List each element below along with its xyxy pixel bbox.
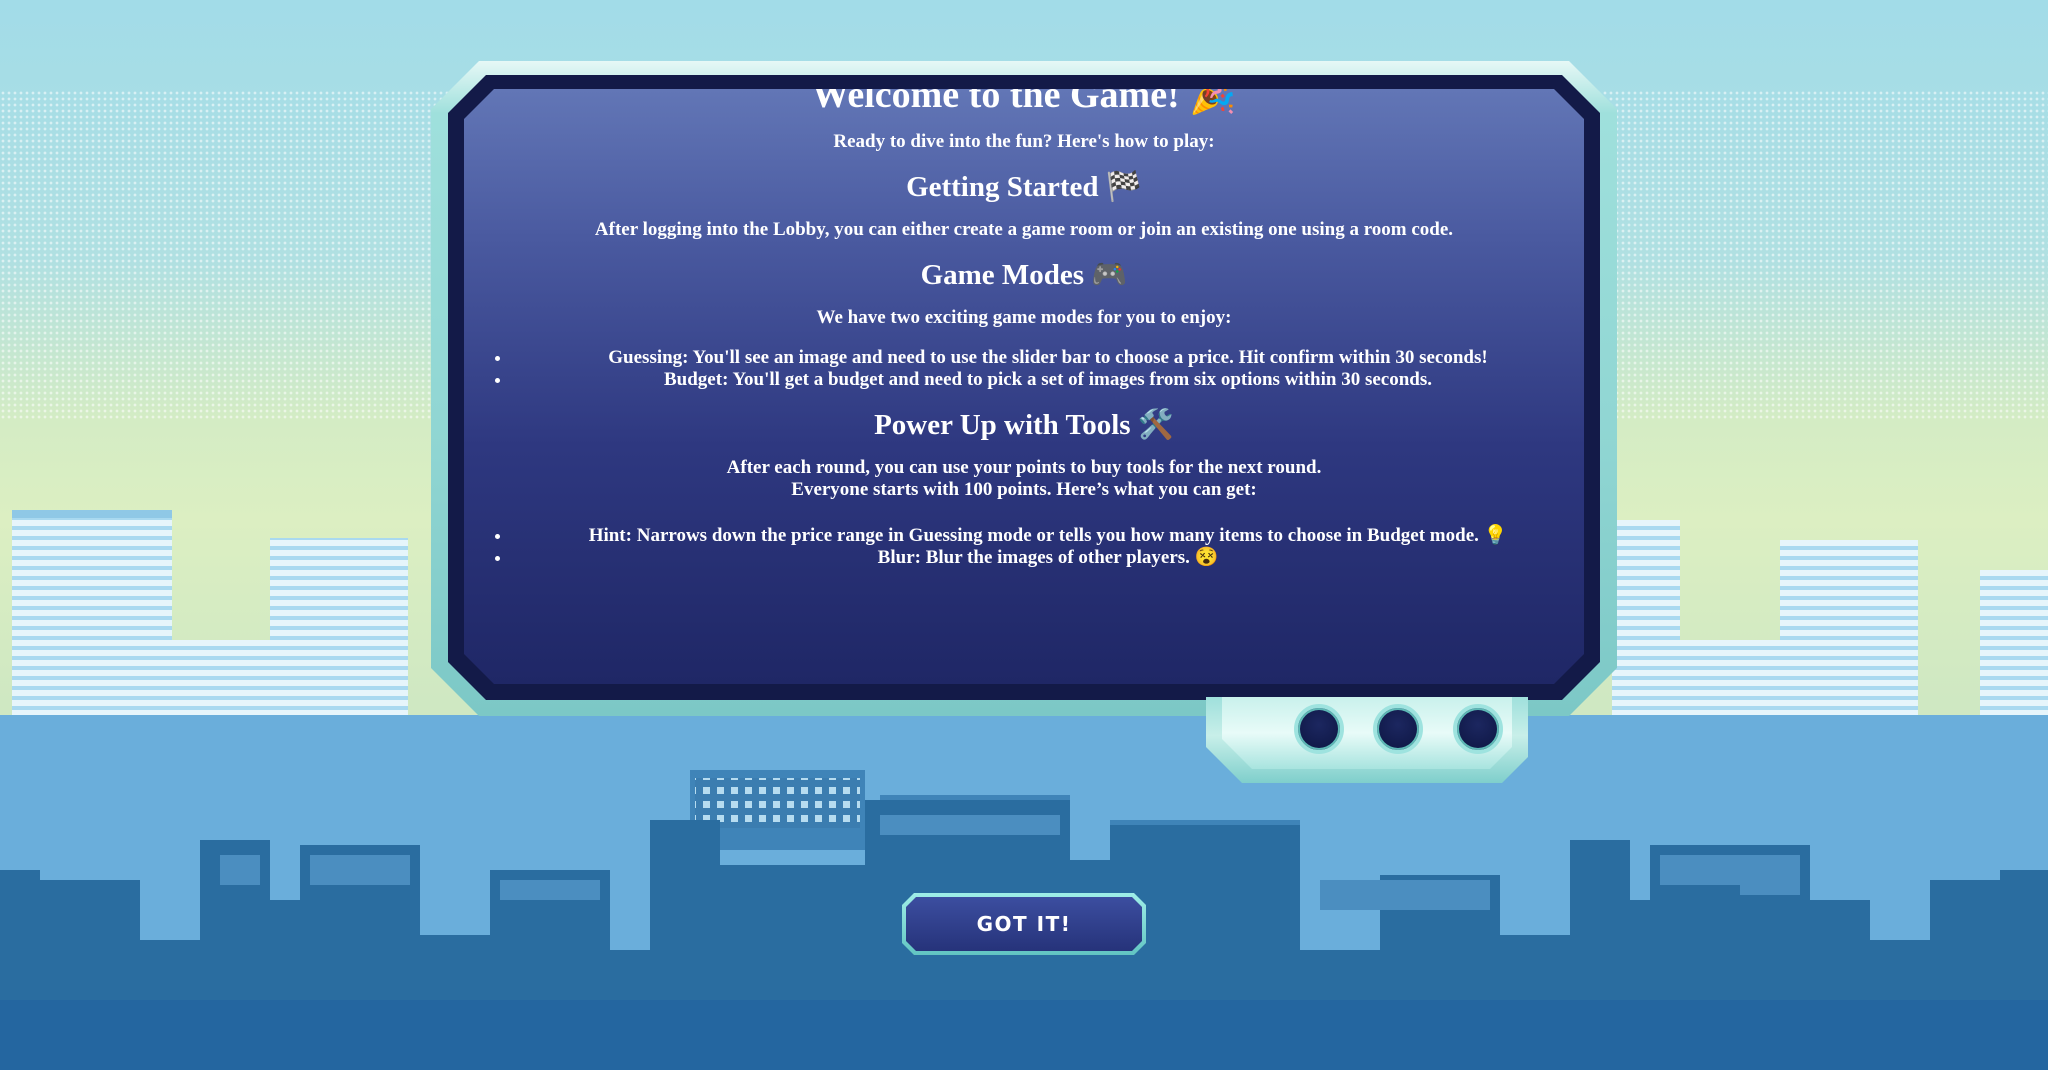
game-modes-text: We have two exciting game modes for you … <box>816 307 1232 328</box>
heading-getting-started: Getting Started 🏁 <box>906 171 1142 203</box>
power-up-text-line1: After each round, you can use your point… <box>726 457 1322 478</box>
indicator-light <box>1453 704 1503 754</box>
got-it-button[interactable]: GOT IT! <box>902 893 1146 955</box>
game-modes-list: Guessing: You'll see an image and need t… <box>464 347 1584 391</box>
indicator-light <box>1373 704 1423 754</box>
welcome-title: Welcome to the Game! 🎉 <box>811 89 1237 116</box>
instructions-screen[interactable]: Welcome to the Game! 🎉 Ready to dive int… <box>464 89 1584 684</box>
street <box>0 1000 2048 1070</box>
list-item: Budget: You'll get a budget and need to … <box>512 369 1584 391</box>
heading-game-modes: Game Modes 🎮 <box>920 259 1128 291</box>
list-item: Blur: Blur the images of other players. … <box>512 547 1584 569</box>
intro-text: Ready to dive into the fun? Here's how t… <box>833 131 1215 152</box>
heading-power-up: Power Up with Tools 🛠️ <box>874 409 1174 441</box>
getting-started-text: After logging into the Lobby, you can ei… <box>594 219 1454 240</box>
list-item: Guessing: You'll see an image and need t… <box>512 347 1584 369</box>
got-it-label: GOT IT! <box>906 897 1142 951</box>
list-item: Hint: Narrows down the price range in Gu… <box>512 525 1584 547</box>
tools-list: Hint: Narrows down the price range in Gu… <box>464 525 1584 569</box>
power-up-text-line2: Everyone starts with 100 points. Here’s … <box>791 479 1257 500</box>
game-scene: Welcome to the Game! 🎉 Ready to dive int… <box>0 0 2048 1070</box>
indicator-light <box>1294 704 1344 754</box>
instructions-content: Welcome to the Game! 🎉 Ready to dive int… <box>464 89 1584 569</box>
